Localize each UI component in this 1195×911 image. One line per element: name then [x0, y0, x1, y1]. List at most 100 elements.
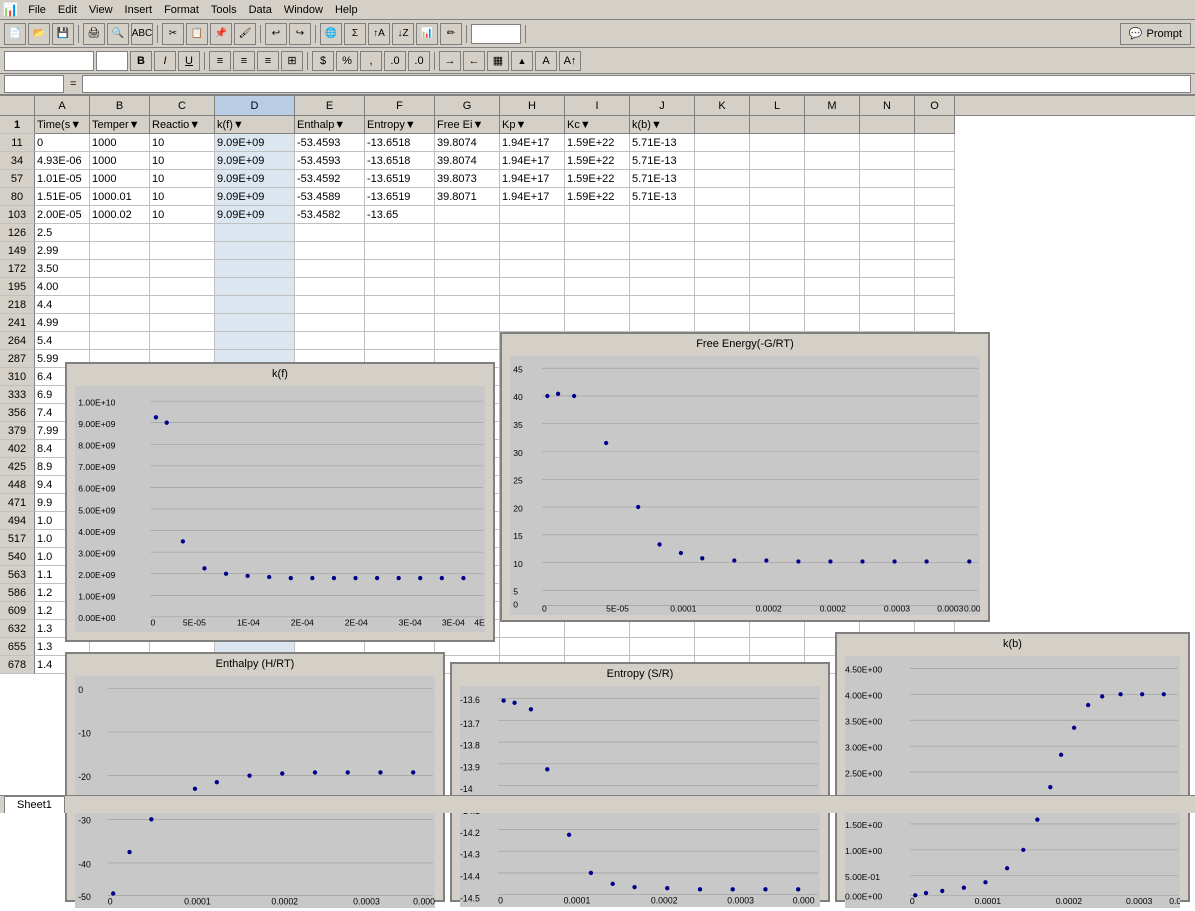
cell[interactable]	[90, 476, 150, 494]
cell[interactable]: Kc▼	[565, 116, 630, 134]
cell[interactable]	[90, 566, 150, 584]
cell[interactable]: 39.8074	[435, 152, 500, 170]
cell[interactable]	[565, 332, 630, 350]
cell[interactable]: 1.0	[35, 512, 90, 530]
cell[interactable]: 6.4	[35, 368, 90, 386]
cell[interactable]	[150, 638, 215, 656]
cell[interactable]	[500, 566, 565, 584]
cell[interactable]	[150, 386, 215, 404]
cell[interactable]	[695, 656, 750, 674]
bold-button[interactable]: B	[130, 51, 152, 71]
cell[interactable]	[90, 314, 150, 332]
menu-help[interactable]: Help	[329, 2, 364, 18]
cell[interactable]	[90, 278, 150, 296]
cut-button[interactable]: ✂	[162, 23, 184, 45]
cell[interactable]	[90, 440, 150, 458]
cell[interactable]	[365, 602, 435, 620]
cell[interactable]	[215, 566, 295, 584]
cell[interactable]	[805, 494, 860, 512]
cell[interactable]	[750, 440, 805, 458]
cell[interactable]: 10	[150, 188, 215, 206]
cell[interactable]: 1000	[90, 152, 150, 170]
cell[interactable]	[435, 530, 500, 548]
cell[interactable]	[915, 386, 955, 404]
cell[interactable]	[295, 242, 365, 260]
cell[interactable]	[630, 458, 695, 476]
cell[interactable]: 1000.01	[90, 188, 150, 206]
cell[interactable]: k(b)▼	[630, 116, 695, 134]
cell[interactable]	[630, 656, 695, 674]
cell[interactable]	[215, 242, 295, 260]
cell[interactable]	[860, 224, 915, 242]
cell[interactable]: -14.577	[215, 458, 295, 476]
cell[interactable]	[860, 386, 915, 404]
cell[interactable]	[365, 404, 435, 422]
cell[interactable]	[565, 260, 630, 278]
cell[interactable]	[695, 134, 750, 152]
cell[interactable]	[295, 422, 365, 440]
cell[interactable]	[90, 638, 150, 656]
increase-decimal-button[interactable]: .0	[384, 51, 406, 71]
sort-asc-button[interactable]: ↑A	[368, 23, 390, 45]
cell[interactable]	[500, 260, 565, 278]
cell[interactable]	[915, 476, 955, 494]
cell[interactable]	[805, 368, 860, 386]
cell[interactable]	[295, 566, 365, 584]
cell[interactable]	[630, 404, 695, 422]
cell[interactable]: 9.9	[35, 494, 90, 512]
cell[interactable]	[90, 368, 150, 386]
cell[interactable]	[750, 584, 805, 602]
cell[interactable]	[500, 206, 565, 224]
cell[interactable]: 1.59E+22	[565, 152, 630, 170]
cell[interactable]	[435, 494, 500, 512]
cell[interactable]	[565, 476, 630, 494]
cell[interactable]	[150, 440, 215, 458]
cell[interactable]	[860, 638, 915, 656]
cell[interactable]	[500, 620, 565, 638]
cell[interactable]	[915, 638, 955, 656]
cell[interactable]: 39.8071	[435, 188, 500, 206]
cell[interactable]	[915, 332, 955, 350]
cell[interactable]	[295, 332, 365, 350]
cell[interactable]	[215, 602, 295, 620]
cell[interactable]	[860, 584, 915, 602]
cell[interactable]	[695, 620, 750, 638]
cell[interactable]	[435, 206, 500, 224]
chart-button[interactable]: 📊	[416, 23, 438, 45]
cell[interactable]	[750, 368, 805, 386]
col-header-h[interactable]: H	[500, 96, 565, 116]
cell[interactable]	[215, 404, 295, 422]
cell[interactable]	[750, 548, 805, 566]
cell[interactable]: 9.09E+09	[215, 206, 295, 224]
cell[interactable]	[695, 170, 750, 188]
cell[interactable]	[630, 494, 695, 512]
cell[interactable]	[750, 332, 805, 350]
col-header-b[interactable]: B	[90, 96, 150, 116]
align-right-button[interactable]: ≡	[257, 51, 279, 71]
cell[interactable]	[860, 134, 915, 152]
cell[interactable]	[750, 296, 805, 314]
cell[interactable]	[435, 332, 500, 350]
cell[interactable]: Enthalp▼	[295, 116, 365, 134]
cell[interactable]	[565, 278, 630, 296]
cell[interactable]	[500, 638, 565, 656]
cell[interactable]: 1.94E+17	[500, 188, 565, 206]
cell[interactable]	[750, 242, 805, 260]
sheet-tab-1[interactable]: Sheet1	[4, 796, 65, 813]
cell[interactable]	[500, 224, 565, 242]
font-name-input[interactable]: Arial	[4, 51, 94, 71]
cell[interactable]	[365, 638, 435, 656]
menu-view[interactable]: View	[83, 2, 119, 18]
cell[interactable]: 1.4	[35, 656, 90, 674]
cell[interactable]	[365, 224, 435, 242]
cell[interactable]	[750, 152, 805, 170]
cell[interactable]: 6375.52	[365, 458, 435, 476]
cell[interactable]	[295, 476, 365, 494]
cell[interactable]	[630, 620, 695, 638]
align-left-button[interactable]: ≡	[209, 51, 231, 71]
cell[interactable]: 1.0	[35, 548, 90, 566]
cell[interactable]: -13.6518	[365, 152, 435, 170]
cell[interactable]	[750, 530, 805, 548]
cell[interactable]	[860, 512, 915, 530]
cell[interactable]	[215, 422, 295, 440]
